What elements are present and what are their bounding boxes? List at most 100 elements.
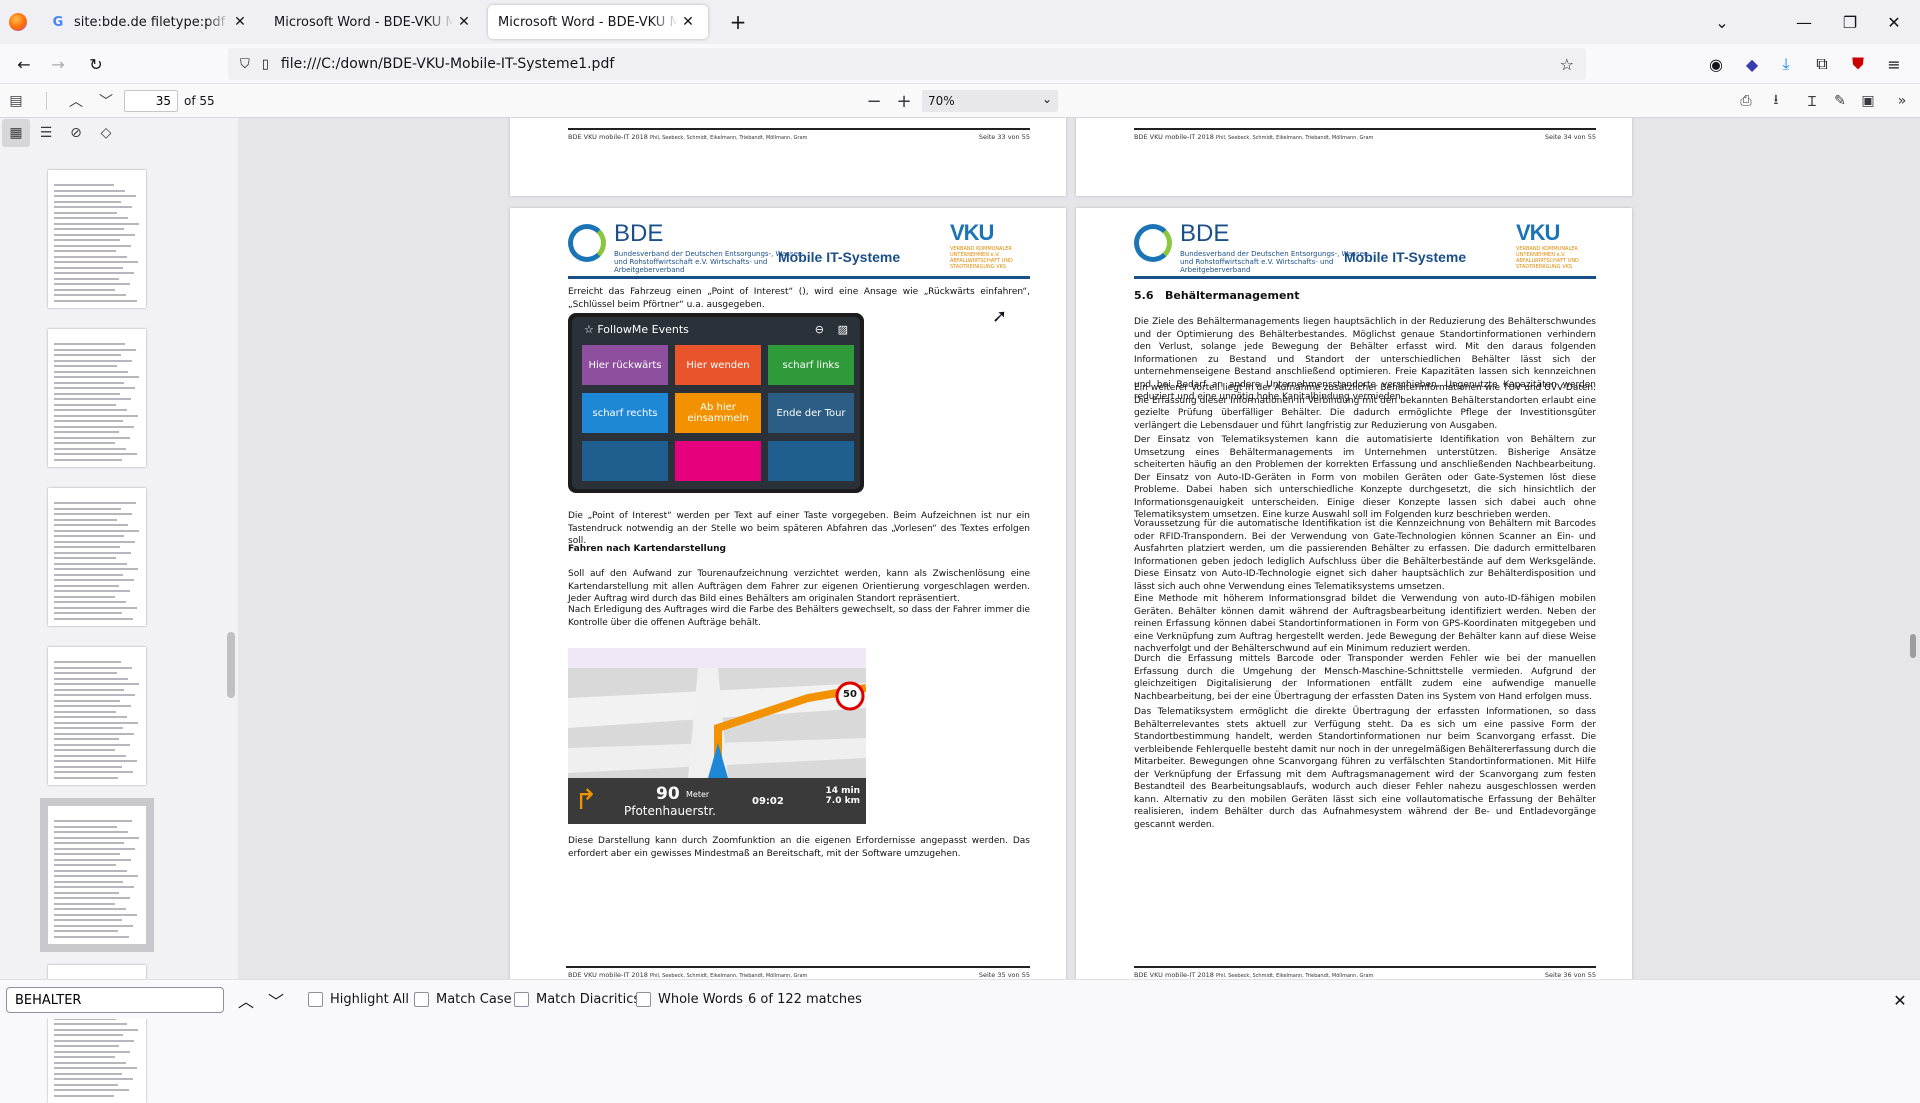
list-tabs-icon[interactable]: ⌄ — [1706, 6, 1738, 38]
page-34: BDE VKU mobile-IT 2018 Phil, Seebeck, Sc… — [1076, 118, 1632, 196]
url-text[interactable]: file:///C:/down/BDE-VKU-Mobile-IT-System… — [281, 56, 614, 72]
zoom-out-icon[interactable]: − — [860, 87, 888, 115]
thumbnail-page-33[interactable] — [48, 488, 146, 626]
sidebar-scrollbar[interactable] — [224, 148, 238, 979]
attachments-icon[interactable]: ⊘ — [62, 119, 90, 147]
reload-icon[interactable]: ↻ — [80, 48, 112, 80]
paragraph: Erreicht das Fahrzeug einen „Point of In… — [568, 287, 1030, 310]
page-icon: ▯ — [261, 56, 269, 72]
paragraph: Die „Point of Interest“ werden per Text … — [568, 511, 1030, 546]
match-case-checkbox[interactable]: Match Case — [414, 992, 512, 1007]
firefox-menu-icon[interactable] — [0, 0, 36, 44]
close-tab-icon[interactable]: ✕ — [454, 14, 474, 30]
footer-left: BDE VKU mobile-IT 2018 — [568, 133, 648, 141]
zoom-in-icon[interactable]: + — [890, 87, 918, 115]
thumbnail-page-34[interactable] — [48, 647, 146, 785]
chevron-down-icon: ⌄ — [1041, 92, 1052, 106]
match-diacritics-checkbox[interactable]: Match Diacritics — [514, 992, 640, 1007]
find-previous-icon[interactable]: ︿ — [230, 984, 262, 1016]
tab-word-2-active[interactable]: Microsoft Word - BDE-VKU Mobile-IT ✕ — [488, 5, 708, 39]
bde-wordmark: BDE — [1180, 220, 1230, 247]
page-footer: BDE VKU mobile-IT 2018 Phil, Seebeck, Sc… — [1134, 133, 1596, 141]
sidebar-tabs: ▦ ☰ ⊘ ◇ — [0, 118, 238, 148]
find-input[interactable] — [6, 987, 224, 1013]
header-rule — [568, 276, 1030, 279]
vku-logo: VKU VERBAND KOMMUNALER UNTERNEHMEN e.V. … — [950, 220, 1030, 270]
scrollbar-thumb[interactable] — [1910, 634, 1916, 658]
close-find-bar-icon[interactable]: ✕ — [1884, 984, 1916, 1016]
more-tools-icon[interactable]: » — [1888, 87, 1916, 115]
page-count: of 55 — [184, 94, 215, 108]
bde-ring-icon — [568, 224, 606, 262]
speed-limit: 50 — [843, 689, 857, 700]
print-icon[interactable]: ⎙ — [1732, 87, 1760, 115]
close-tab-icon[interactable]: ✕ — [678, 14, 698, 30]
vku-wordmark: VKU — [950, 220, 994, 245]
pdf-viewer[interactable]: BDE VKU mobile-IT 2018 Phil, Seebeck, Sc… — [238, 118, 1920, 979]
followme-title: ☆ FollowMe Events — [584, 323, 689, 336]
next-page-icon[interactable]: ﹀ — [92, 87, 120, 115]
find-next-icon[interactable]: ﹀ — [260, 984, 292, 1016]
vku-logo: VKU VERBAND KOMMUNALER UNTERNEHMEN e.V. … — [1516, 220, 1596, 270]
back-icon[interactable]: ← — [8, 48, 40, 80]
forward-icon[interactable]: → — [42, 48, 74, 80]
thumbnail-page-35[interactable] — [40, 798, 154, 952]
shield-icon[interactable]: ⛉ — [240, 57, 250, 72]
address-bar[interactable]: ⛉ ▯ file:///C:/down/BDE-VKU-Mobile-IT-Sy… — [228, 48, 1586, 80]
paragraph: Soll auf den Aufwand zur Tourenaufzeichn… — [568, 569, 1030, 604]
footer-right: Seite 33 von 55 — [978, 133, 1030, 141]
viewer-scrollbar[interactable] — [1906, 118, 1920, 979]
footer-rule — [568, 128, 1030, 130]
tab-word-1[interactable]: Microsoft Word - BDE-VKU Mobile-IT ✕ — [264, 5, 484, 39]
navigation-map-screenshot: 50 ↱ 90 Meter Pfotenhauerstr. 09:02 14 m… — [568, 648, 866, 824]
image-tool-icon[interactable]: ▣ — [1854, 87, 1882, 115]
tab-label: Microsoft Word - BDE-VKU Mobile-IT — [274, 14, 454, 30]
draw-tool-icon[interactable]: ✎ — [1826, 87, 1854, 115]
whole-words-checkbox[interactable]: Whole Words — [636, 992, 743, 1007]
followme-tile: scharf links — [768, 345, 854, 385]
ublock-icon[interactable]: ⛊ — [1842, 48, 1874, 80]
paragraph: Ein weiterer Vorteil liegt in der Aufnah… — [1134, 383, 1596, 431]
downloads-icon[interactable]: ⤓ — [1770, 48, 1802, 80]
zoom-select[interactable]: 70% ⌄ — [922, 90, 1058, 112]
page-33: BDE VKU mobile-IT 2018 Phil, Seebeck, Sc… — [510, 118, 1066, 196]
save-icon[interactable]: ⭳ — [1762, 87, 1790, 115]
outline-view-icon[interactable]: ☰ — [32, 119, 60, 147]
sidebar-toggle-icon[interactable]: ▤ — [2, 87, 30, 115]
text-tool-icon[interactable]: Ɪ — [1798, 87, 1826, 115]
street-name: Pfotenhauerstr. — [624, 804, 716, 818]
footer-rule — [566, 966, 1030, 968]
layers-icon[interactable]: ◇ — [92, 119, 120, 147]
previous-page-icon[interactable]: ︿ — [62, 87, 90, 115]
thumbnail-page-31[interactable] — [48, 170, 146, 308]
followme-tile — [675, 441, 761, 481]
new-tab-icon[interactable]: + — [722, 6, 754, 38]
tab-label: site:bde.de filetype:pdf schnittstelle — [74, 14, 230, 30]
footer-right: Seite 36 von 55 — [1544, 971, 1596, 979]
zoom-value: 70% — [928, 94, 955, 108]
page-footer: BDE VKU mobile-IT 2018 Phil, Seebeck, Sc… — [568, 971, 1030, 979]
tab-label: Microsoft Word - BDE-VKU Mobile-IT — [498, 14, 678, 30]
find-bar: ︿ ﹀ Highlight All Match Case Match Diacr… — [0, 979, 1920, 1019]
paragraph: Eine Methode mit höherem Informationsgra… — [1134, 594, 1596, 654]
bookmark-star-icon[interactable]: ☆ — [1560, 55, 1574, 74]
menu-icon[interactable]: ≡ — [1878, 48, 1910, 80]
footer-rule — [1134, 128, 1596, 130]
close-tab-icon[interactable]: ✕ — [230, 14, 250, 30]
thumbnails-view-icon[interactable]: ▦ — [2, 119, 30, 147]
restore-icon[interactable]: ❐ — [1834, 6, 1866, 38]
tab-google-search[interactable]: G site:bde.de filetype:pdf schnittstelle… — [40, 5, 260, 39]
highlight-all-checkbox[interactable]: Highlight All — [308, 992, 409, 1007]
bde-subtitle: Bundesverband der Deutschen Entsorgungs-… — [614, 250, 803, 274]
minimize-icon[interactable]: — — [1788, 6, 1820, 38]
paragraph: Nach Erledigung des Auftrages wird die F… — [568, 605, 1030, 628]
extensions-puzzle-icon[interactable]: ⧉ — [1806, 48, 1838, 80]
scrollbar-thumb[interactable] — [227, 632, 235, 698]
page-number-input[interactable] — [124, 90, 178, 112]
distance-unit: Meter — [686, 790, 710, 799]
extension-icon[interactable]: ◆ — [1736, 48, 1768, 80]
close-window-icon[interactable]: ✕ — [1878, 6, 1910, 38]
thumbnail-page-32[interactable] — [48, 329, 146, 467]
back-icon: ⊖ — [814, 323, 824, 336]
pocket-icon[interactable]: ◉ — [1700, 48, 1732, 80]
